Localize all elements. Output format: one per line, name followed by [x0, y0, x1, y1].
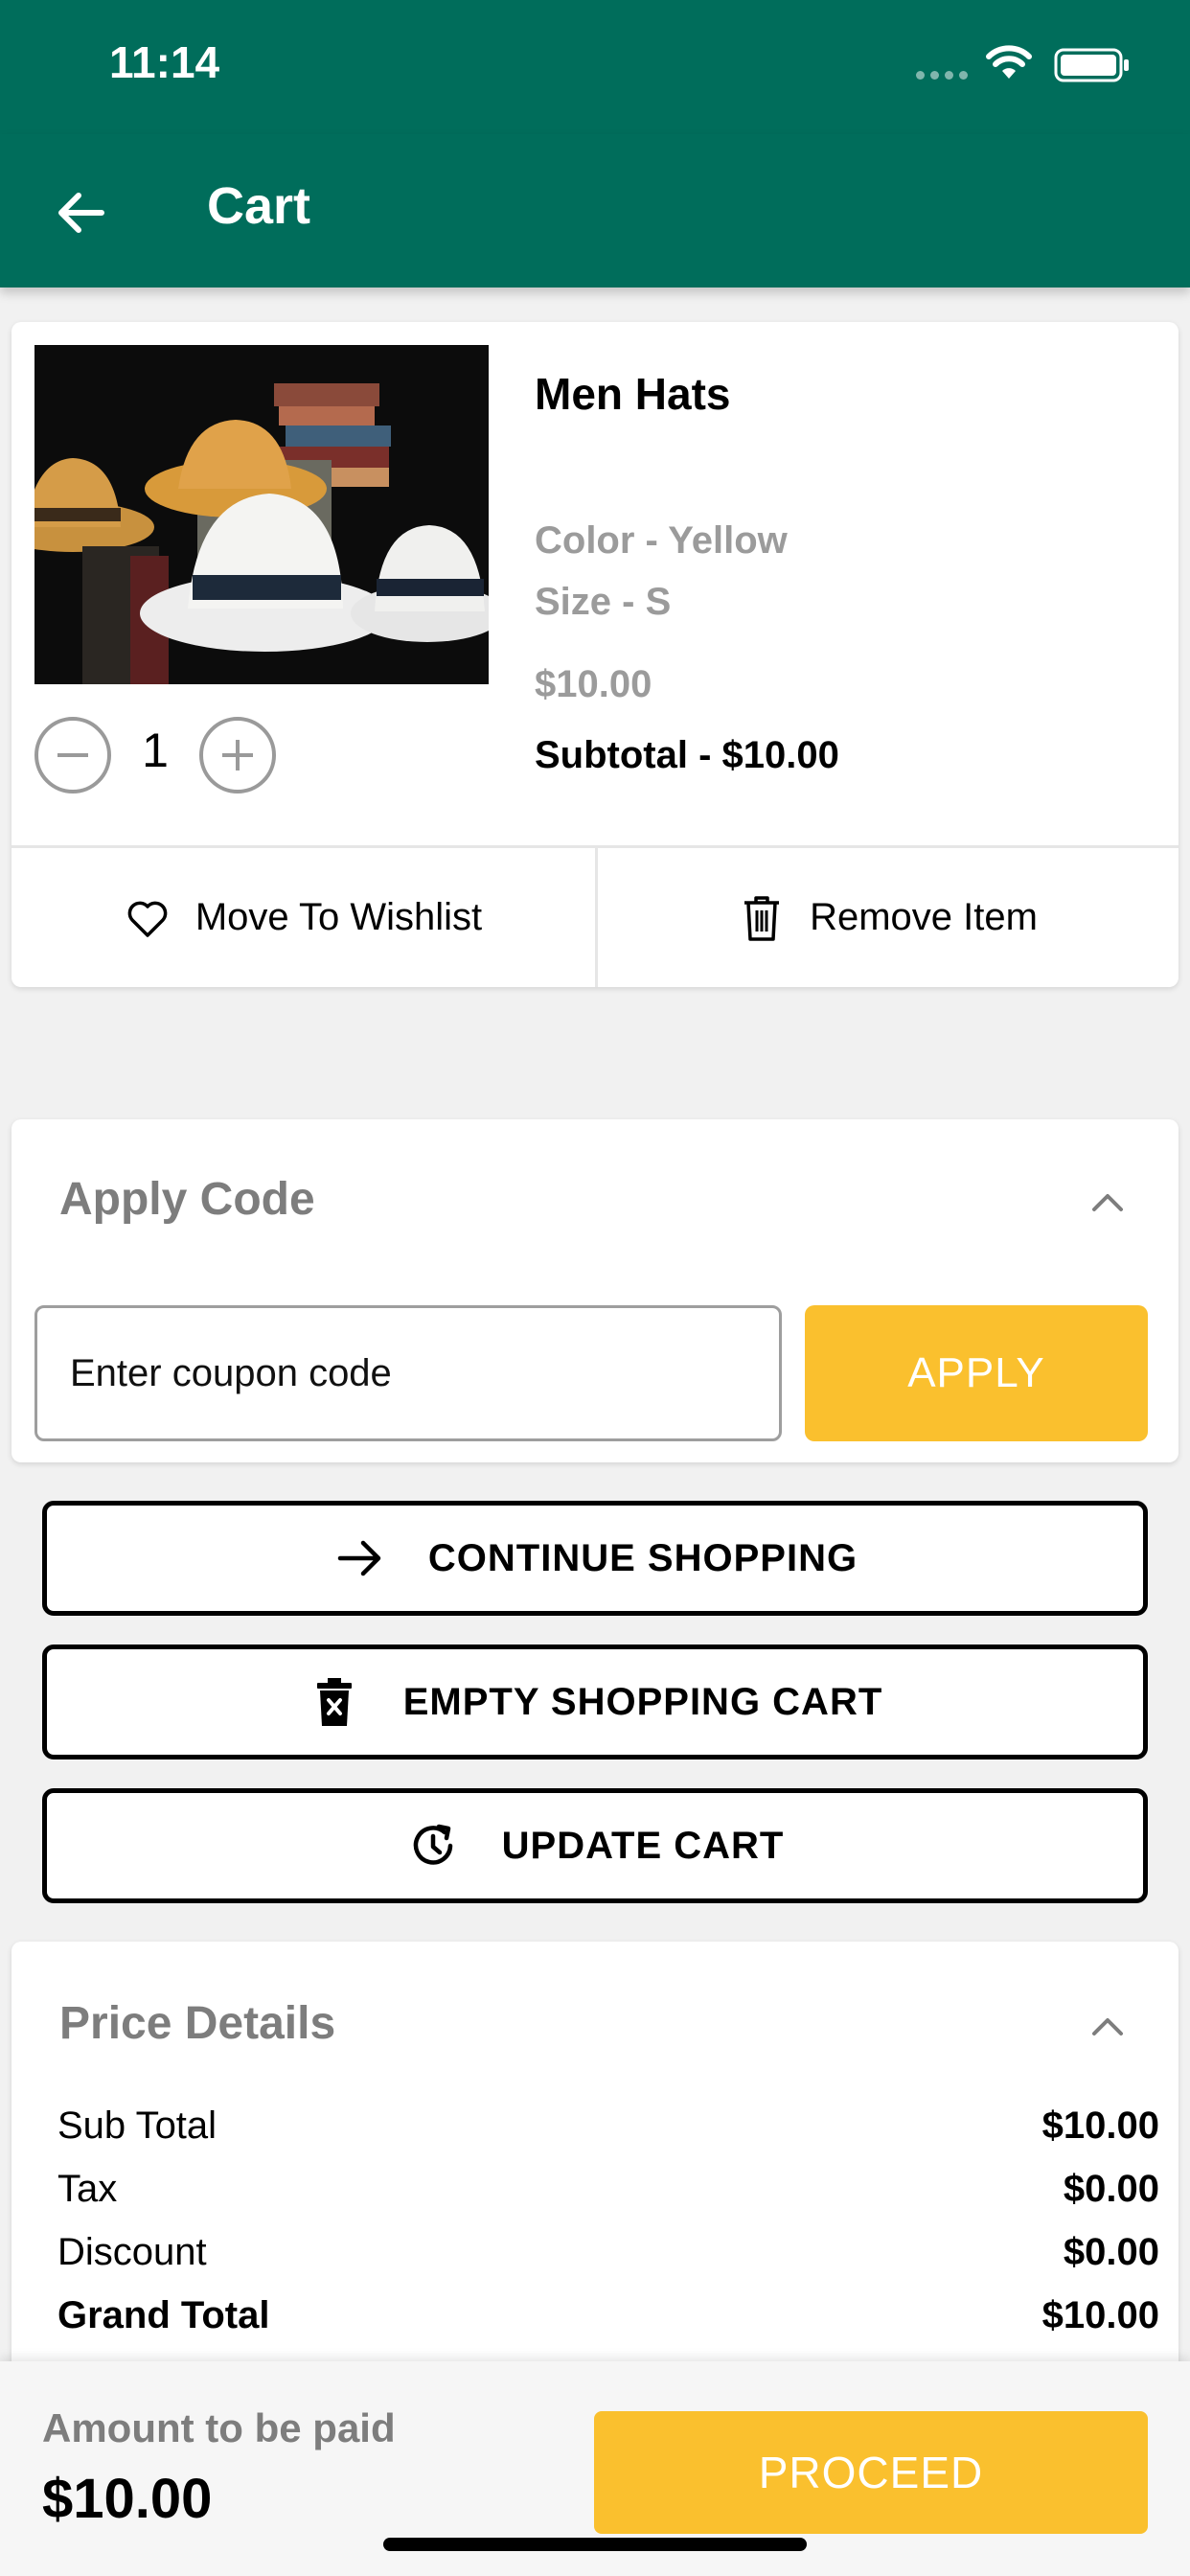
trash-x-icon	[316, 1678, 352, 1726]
coupon-code-input[interactable]	[34, 1305, 782, 1441]
price-row-discount: Discount $0.00	[57, 2231, 1159, 2274]
wifi-icon	[986, 45, 1032, 79]
move-to-wishlist-button[interactable]: Move To Wishlist	[11, 848, 595, 987]
price-row-label: Discount	[57, 2231, 207, 2273]
empty-shopping-cart-button[interactable]: EMPTY SHOPPING CART	[42, 1644, 1148, 1760]
increase-quantity-button[interactable]	[199, 717, 276, 794]
signal-icon	[916, 71, 968, 80]
product-price: $10.00	[535, 663, 652, 705]
product-size: Size - S	[535, 581, 672, 623]
continue-shopping-button[interactable]: CONTINUE SHOPPING	[42, 1501, 1148, 1616]
arrow-left-icon[interactable]	[50, 182, 111, 243]
update-cart-label: UPDATE CART	[501, 1824, 785, 1867]
price-row-grand-total: Grand Total $10.00	[57, 2294, 1159, 2337]
amount-to-pay-value: $10.00	[42, 2468, 213, 2530]
product-name[interactable]: Men Hats	[535, 368, 730, 420]
home-indicator[interactable]	[383, 2538, 807, 2551]
cart-item-card: 1 Men Hats Color - Yellow Size - S $10.0…	[11, 322, 1179, 987]
price-details-title[interactable]: Price Details	[59, 1997, 335, 2050]
price-row-label: Tax	[57, 2168, 118, 2210]
price-row-label: Grand Total	[57, 2294, 270, 2336]
refresh-clock-icon	[413, 1824, 452, 1865]
status-bar: 11:14	[0, 0, 1190, 134]
apply-code-section: Apply Code APPLY	[11, 1119, 1179, 1462]
heart-icon	[127, 901, 168, 937]
price-row-value: $10.00	[1041, 2104, 1159, 2147]
price-row-value: $0.00	[1063, 2168, 1159, 2210]
price-row-value: $0.00	[1063, 2231, 1159, 2273]
price-row-label: Sub Total	[57, 2104, 217, 2147]
page-title: Cart	[207, 177, 311, 235]
decrease-quantity-button[interactable]	[34, 717, 111, 794]
proceed-button[interactable]: PROCEED	[594, 2411, 1148, 2534]
price-details-section: Price Details Sub Total $10.00 Tax $0.00…	[11, 1942, 1179, 2392]
apply-code-title[interactable]: Apply Code	[59, 1173, 315, 1226]
product-color: Color - Yellow	[535, 519, 788, 562]
remove-item-button[interactable]: Remove Item	[595, 848, 1179, 987]
quantity-value: 1	[142, 724, 169, 777]
product-subtotal: Subtotal - $10.00	[535, 734, 839, 776]
cart-item-actions: Move To Wishlist Remove Item	[11, 845, 1179, 987]
update-cart-button[interactable]: UPDATE CART	[42, 1788, 1148, 1903]
arrow-right-icon	[337, 1540, 381, 1576]
chevron-up-icon[interactable]	[1085, 2009, 1131, 2043]
status-time: 11:14	[109, 37, 220, 87]
amount-to-pay-label: Amount to be paid	[42, 2405, 396, 2450]
move-to-wishlist-label: Move To Wishlist	[195, 896, 483, 938]
product-image[interactable]	[34, 345, 489, 684]
price-row-subtotal: Sub Total $10.00	[57, 2104, 1159, 2148]
empty-shopping-cart-label: EMPTY SHOPPING CART	[402, 1680, 883, 1723]
continue-shopping-label: CONTINUE SHOPPING	[427, 1536, 858, 1579]
remove-item-label: Remove Item	[810, 896, 1038, 938]
trash-icon	[744, 895, 780, 941]
battery-icon	[1054, 48, 1129, 82]
apply-coupon-button[interactable]: APPLY	[805, 1305, 1148, 1441]
price-row-value: $10.00	[1041, 2294, 1159, 2336]
chevron-up-icon[interactable]	[1085, 1184, 1131, 1219]
price-row-tax: Tax $0.00	[57, 2168, 1159, 2211]
app-bar: Cart	[0, 134, 1190, 288]
